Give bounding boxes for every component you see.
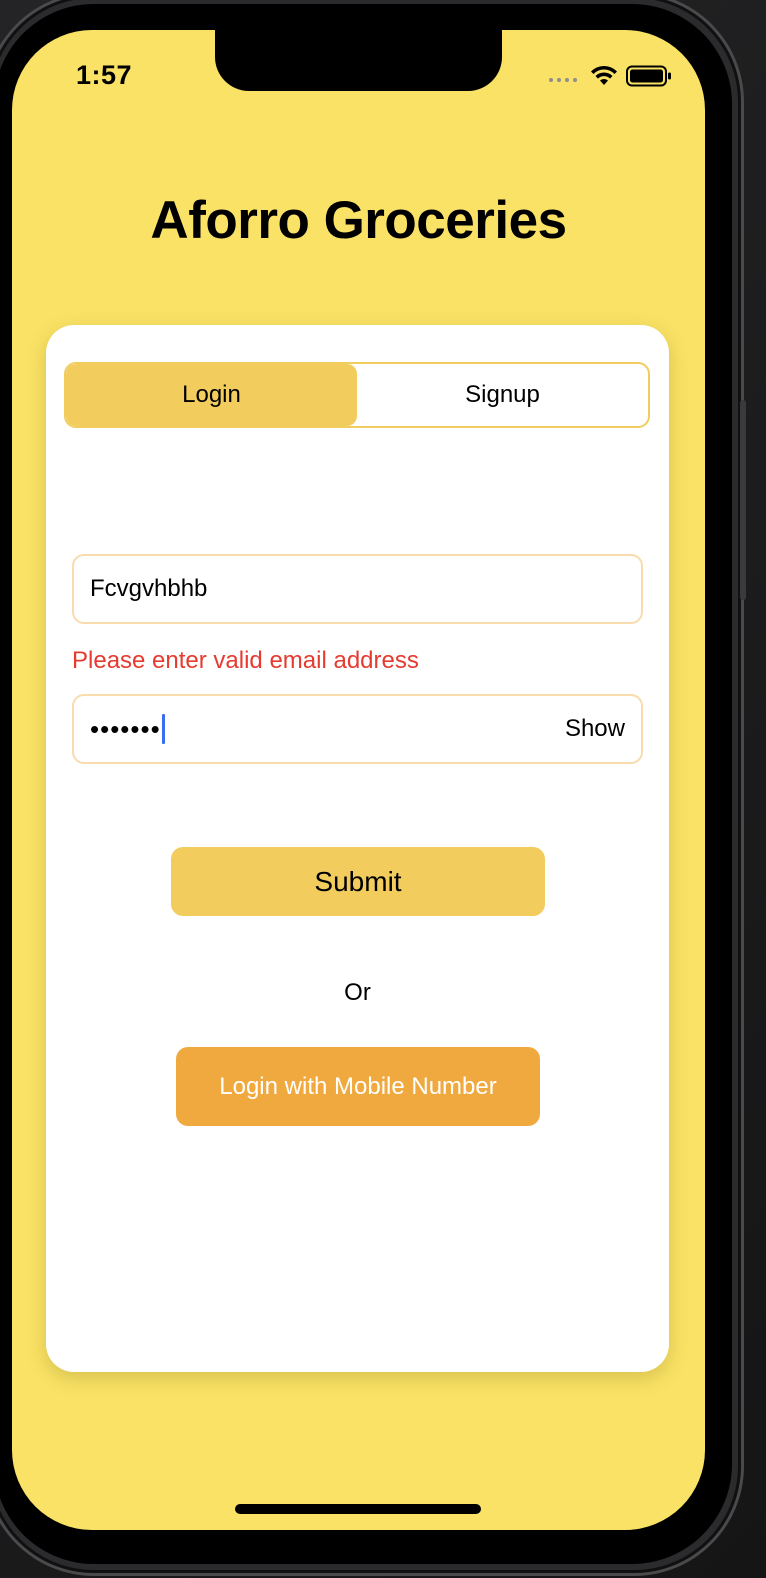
app-screen: 1:57 Aforro Groceries Login Signup Fcvgv…: [12, 30, 705, 1530]
home-indicator: [235, 1504, 481, 1514]
password-value-wrap: •••••••: [90, 714, 165, 745]
show-password-toggle[interactable]: Show: [565, 715, 625, 743]
tab-login[interactable]: Login: [66, 364, 357, 426]
submit-button[interactable]: Submit: [171, 847, 545, 916]
auth-card: Login Signup Fcvgvhbhb Please enter vali…: [46, 325, 669, 1372]
email-value: Fcvgvhbhb: [90, 575, 208, 602]
or-separator: Or: [344, 979, 371, 1006]
tab-signup[interactable]: Signup: [357, 364, 648, 426]
email-error-message: Please enter valid email address: [72, 647, 419, 674]
notch: [215, 30, 502, 91]
app-title: Aforro Groceries: [150, 191, 567, 250]
password-masked-value: •••••••: [90, 713, 161, 744]
login-with-mobile-button[interactable]: Login with Mobile Number: [176, 1047, 540, 1126]
text-cursor: [161, 714, 165, 744]
wifi-icon: [591, 65, 617, 85]
password-field[interactable]: ••••••• Show: [72, 694, 643, 764]
status-time: 1:57: [76, 60, 133, 90]
signal-dots-icon: [549, 78, 577, 82]
email-field[interactable]: Fcvgvhbhb: [72, 554, 643, 624]
side-button: [740, 400, 746, 600]
battery-icon: [626, 65, 671, 87]
auth-tab-switcher: Login Signup: [64, 362, 650, 428]
